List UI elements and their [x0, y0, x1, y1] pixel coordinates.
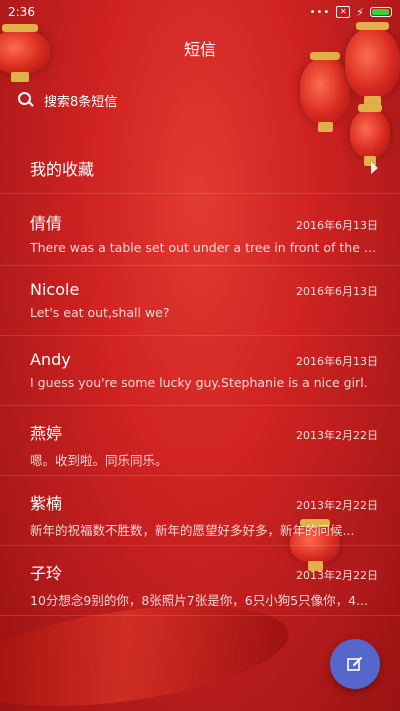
list-item[interactable]: Andy 2016年6月13日 I guess you're some luck…	[0, 336, 400, 406]
message-date: 2013年2月22日	[296, 569, 378, 582]
message-preview: 新年的祝福数不胜数，新年的愿望好多好多，新年的问候...	[30, 523, 355, 538]
battery-level	[372, 9, 389, 15]
contact-name: 子玲	[30, 564, 63, 583]
search-icon	[18, 92, 34, 108]
message-date: 2016年6月13日	[296, 219, 378, 232]
contact-name: 紫楠	[30, 494, 63, 513]
message-date: 2016年6月13日	[296, 285, 378, 298]
status-time: 2:36	[8, 5, 35, 19]
status-bar: 2:36 ••• ✕ ⚡	[0, 0, 400, 24]
contact-name: Andy	[30, 350, 71, 369]
battery-icon	[370, 7, 392, 17]
page-title: 短信	[183, 40, 216, 59]
compose-button[interactable]	[330, 639, 380, 689]
search-input[interactable]: 搜索8条短信	[44, 91, 117, 110]
favorites-label: 我的收藏	[30, 159, 95, 179]
message-preview: I guess you're some lucky guy.Stephanie …	[30, 375, 368, 390]
contact-name: 燕婷	[30, 424, 63, 443]
contact-name: 倩倩	[30, 214, 63, 233]
message-preview: Let's eat out,shall we?	[30, 305, 170, 320]
status-icons: ••• ✕ ⚡	[310, 6, 392, 19]
sim-icon: ✕	[336, 6, 351, 18]
message-date: 2016年6月13日	[296, 355, 378, 368]
compose-icon	[347, 657, 362, 671]
list-item[interactable]: 紫楠 2013年2月22日 新年的祝福数不胜数，新年的愿望好多好多，新年的问候.…	[0, 476, 400, 546]
list-item[interactable]: 子玲 2013年2月22日 10分想念9别的你，8张照片7张是你，6只小狗5只像…	[0, 546, 400, 616]
message-date: 2013年2月22日	[296, 499, 378, 512]
list-item[interactable]: Nicole 2016年6月13日 Let's eat out,shall we…	[0, 266, 400, 336]
message-preview: 嗯。收到啦。同乐同乐。	[30, 453, 168, 468]
charging-icon: ⚡	[356, 5, 364, 19]
favorites-row[interactable]: 我的收藏	[0, 142, 400, 194]
message-preview: There was a table set out under a tree i…	[30, 240, 378, 255]
search-bar[interactable]: 搜索8条短信	[18, 88, 382, 112]
list-item[interactable]: 倩倩 2016年6月13日 There was a table set out …	[0, 196, 400, 266]
message-list: 倩倩 2016年6月13日 There was a table set out …	[0, 196, 400, 616]
contact-name: Nicole	[30, 280, 80, 299]
list-item[interactable]: 燕婷 2013年2月22日 嗯。收到啦。同乐同乐。	[0, 406, 400, 476]
messaging-screen: 2:36 ••• ✕ ⚡ 短信 搜索8条短信 我的收藏 倩倩 2016年6月13…	[0, 0, 400, 711]
chevron-right-icon	[371, 161, 378, 174]
signal-icon: •••	[309, 6, 331, 18]
message-preview: 10分想念9别的你，8张照片7张是你，6只小狗5只像你，4...	[30, 593, 369, 608]
message-date: 2013年2月22日	[296, 429, 378, 442]
